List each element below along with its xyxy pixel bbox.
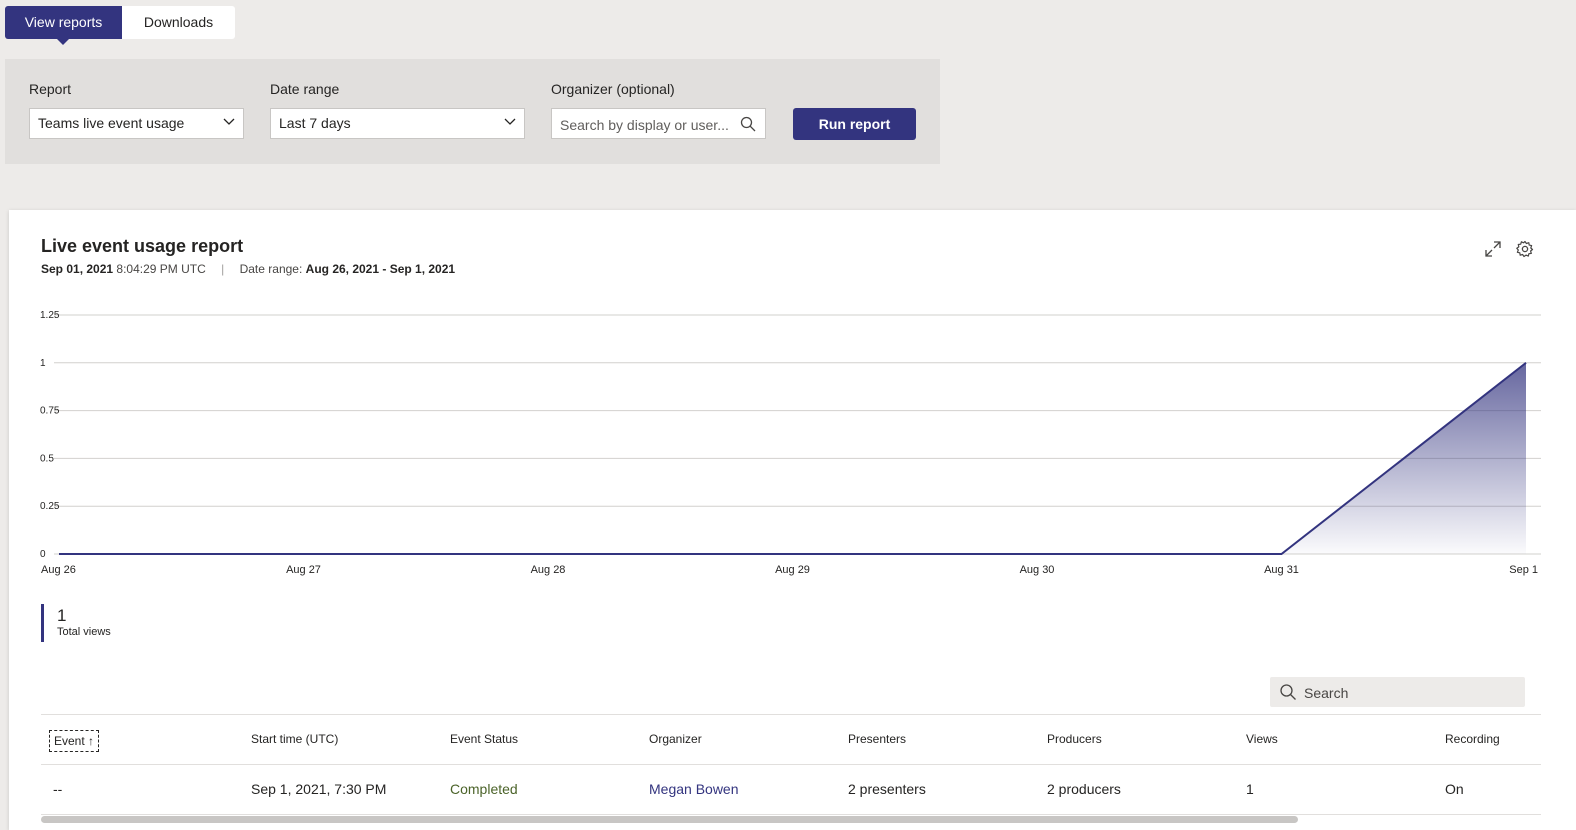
date-range-meta-value: Aug 26, 2021 - Sep 1, 2021 bbox=[305, 262, 456, 276]
report-card: Live event usage report Sep 01, 2021 8:0… bbox=[9, 210, 1576, 830]
meta-separator: | bbox=[221, 262, 225, 276]
report-meta: Sep 01, 2021 8:04:29 PM UTC | Date range… bbox=[41, 262, 455, 276]
cell-event: -- bbox=[53, 781, 63, 797]
run-report-button[interactable]: Run report bbox=[793, 108, 916, 140]
column-header-views[interactable]: Views bbox=[1246, 715, 1278, 764]
column-header-producers[interactable]: Producers bbox=[1047, 715, 1102, 764]
tab-view-reports[interactable]: View reports bbox=[5, 6, 122, 45]
column-header-event[interactable]: Event ↑ bbox=[49, 730, 100, 752]
cell-presenters: 2 presenters bbox=[848, 781, 926, 797]
x-tick-label: Aug 30 bbox=[1020, 564, 1055, 576]
table-header-row: Event ↑ Start time (UTC) Event Status Or… bbox=[41, 714, 1541, 764]
tab-downloads[interactable]: Downloads bbox=[122, 6, 235, 39]
date-range-select[interactable]: Last 7 days bbox=[270, 108, 525, 139]
report-filters: Report Teams live event usage Date range… bbox=[5, 59, 940, 164]
events-table: Event ↑ Start time (UTC) Event Status Or… bbox=[41, 714, 1541, 815]
organizer-search-input[interactable] bbox=[552, 109, 740, 140]
horizontal-scrollbar[interactable] bbox=[41, 816, 1541, 823]
y-axis: 0 0.25 0.5 0.75 1 1.25 bbox=[40, 310, 60, 560]
table-search-input[interactable] bbox=[1302, 677, 1521, 709]
y-tick-label: 0.25 bbox=[40, 501, 60, 512]
x-tick-label: Aug 26 bbox=[41, 564, 76, 576]
date-range-value: Last 7 days bbox=[279, 115, 351, 131]
column-header-organizer[interactable]: Organizer bbox=[649, 715, 702, 764]
y-tick-label: 1.25 bbox=[40, 310, 60, 321]
search-icon bbox=[1280, 684, 1296, 700]
organizer-search bbox=[551, 108, 766, 140]
total-views-kpi: 1 Total views bbox=[41, 604, 111, 642]
expand-icon[interactable] bbox=[1484, 240, 1502, 258]
table-row[interactable]: -- Sep 1, 2021, 7:30 PM Completed Megan … bbox=[41, 764, 1541, 815]
report-title: Live event usage report bbox=[41, 236, 244, 256]
arrow-up-icon: ↑ bbox=[88, 734, 95, 748]
date-range-label: Date range bbox=[270, 81, 340, 97]
report-date: Sep 01, 2021 bbox=[41, 262, 114, 276]
report-time: 8:04:29 PM UTC bbox=[116, 262, 206, 276]
gear-icon[interactable] bbox=[1516, 240, 1534, 258]
column-header-start-time[interactable]: Start time (UTC) bbox=[251, 715, 338, 764]
report-select[interactable]: Teams live event usage bbox=[29, 108, 244, 139]
x-tick-label: Aug 29 bbox=[775, 564, 810, 576]
search-icon[interactable] bbox=[740, 116, 756, 132]
organizer-label: Organizer (optional) bbox=[551, 81, 675, 97]
x-axis: Aug 26 Aug 27 Aug 28 Aug 29 Aug 30 Aug 31 Sep … bbox=[41, 564, 1538, 576]
cell-views: 1 bbox=[1246, 781, 1254, 797]
chevron-down-icon bbox=[223, 118, 235, 125]
cell-event-status: Completed bbox=[450, 781, 518, 797]
cell-recording: On bbox=[1445, 781, 1464, 797]
report-select-value: Teams live event usage bbox=[38, 115, 185, 131]
x-tick-label: Aug 28 bbox=[531, 564, 566, 576]
date-range-meta-label: Date range: bbox=[239, 262, 303, 276]
scrollbar-thumb[interactable] bbox=[41, 816, 1298, 823]
table-search bbox=[1270, 677, 1525, 709]
column-header-event-status[interactable]: Event Status bbox=[450, 715, 518, 764]
cell-start-time: Sep 1, 2021, 7:30 PM bbox=[251, 781, 387, 797]
chart-grid bbox=[54, 314, 1541, 555]
cell-organizer-link[interactable]: Megan Bowen bbox=[649, 765, 739, 814]
y-tick-label: 1 bbox=[40, 358, 46, 369]
chevron-down-icon bbox=[504, 118, 516, 125]
x-tick-label: Aug 27 bbox=[286, 564, 321, 576]
y-tick-label: 0.5 bbox=[40, 453, 54, 464]
usage-chart: 00.250.50.7511.25 Aug 26 Aug 27 Aug 28 Aug … bbox=[40, 310, 1541, 576]
tab-bar: View reports Downloads bbox=[5, 6, 235, 45]
y-tick-label: 0.75 bbox=[40, 406, 60, 417]
column-header-presenters[interactable]: Presenters bbox=[848, 715, 906, 764]
report-label: Report bbox=[29, 81, 72, 97]
column-header-recording[interactable]: Recording bbox=[1445, 715, 1500, 764]
column-header-label: Event bbox=[54, 734, 85, 748]
cell-producers: 2 producers bbox=[1047, 781, 1121, 797]
x-tick-label: Aug 31 bbox=[1264, 564, 1299, 576]
kpi-label: Total views bbox=[57, 626, 111, 638]
y-tick-label: 0 bbox=[40, 549, 46, 560]
x-tick-label: Sep 1 bbox=[1509, 564, 1538, 576]
kpi-value: 1 bbox=[57, 606, 67, 625]
